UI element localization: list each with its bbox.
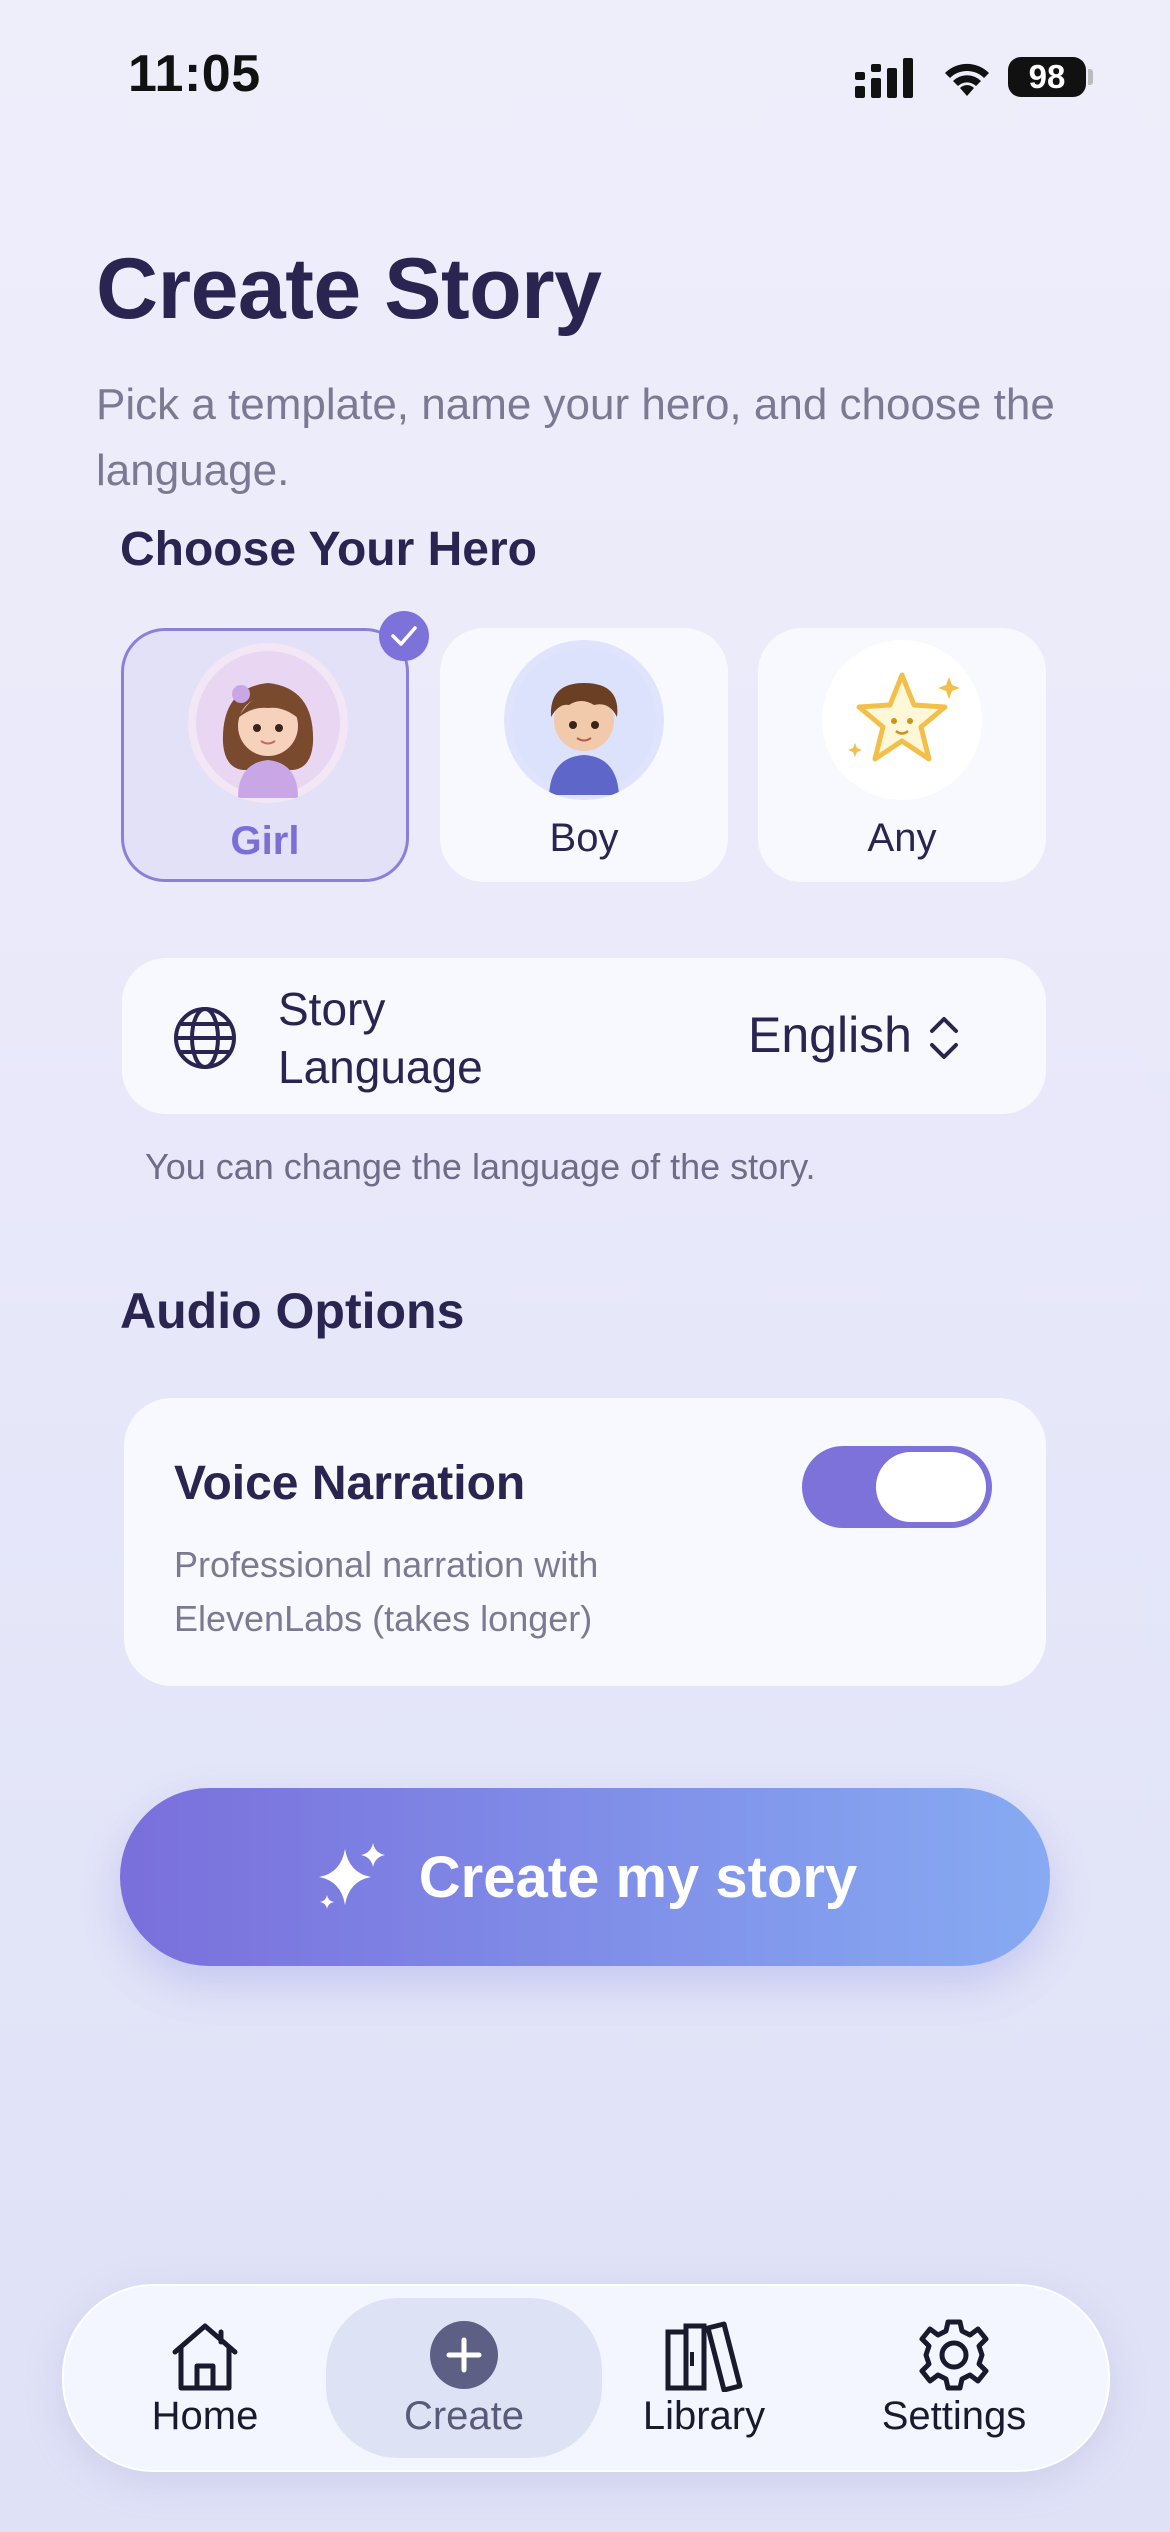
selected-check-icon [379,611,429,661]
create-story-label: Create my story [418,1844,858,1910]
status-time: 11:05 [128,45,261,103]
hero-option-boy[interactable]: Boy [440,628,728,882]
wifi-icon [945,63,989,96]
home-icon [172,2323,238,2390]
voice-narration-title: Voice Narration [174,1457,526,1510]
voice-narration-toggle[interactable] [802,1446,992,1528]
tab-label: Create [403,2393,525,2438]
battery-level: 98 [1028,58,1066,95]
gear-icon [919,2319,989,2390]
hero-option-girl[interactable]: Girl [121,628,409,882]
tab-create[interactable]: Create [326,2298,602,2458]
battery-nub [1088,69,1093,85]
hero-option-label: Girl [230,819,300,863]
language-label: Story Language [278,983,483,1093]
boy-avatar-icon [504,640,664,800]
girl-avatar-icon [188,643,348,803]
tab-bar: Home Create Library Settings [62,2284,1110,2472]
hero-option-label: Boy [549,816,619,860]
hero-option-label: Any [867,816,937,860]
hero-option-any[interactable]: Any [758,628,1046,882]
tab-home[interactable]: Home [134,2286,276,2470]
tab-label: Home [151,2393,259,2438]
tab-label: Library [642,2393,766,2438]
hero-section-heading: Choose Your Hero [120,523,537,570]
voice-narration-description: Professional narration with ElevenLabs (… [174,1544,599,1639]
tab-settings[interactable]: Settings [874,2286,1034,2470]
audio-options-heading: Audio Options [120,1283,465,1339]
cellular-signal-icon [855,58,913,98]
tab-library[interactable]: Library [634,2286,774,2470]
language-value[interactable]: English [748,1006,912,1064]
books-icon [665,2321,743,2392]
create-story-button[interactable]: Create my story [120,1788,1050,1966]
tab-label: Settings [881,2393,1027,2438]
chevron-up-down-icon [930,1017,958,1059]
page-title: Create Story [96,241,602,337]
sparkles-icon [318,1843,385,1909]
plus-circle-icon [430,2320,498,2389]
star-icon [822,640,982,800]
toggle-knob [876,1452,986,1522]
globe-icon [174,1007,236,1069]
battery-indicator: 98 [1008,57,1086,97]
page-subtitle: Pick a template, name your hero, and cho… [96,380,1055,495]
language-hint: You can change the language of the story… [145,1146,816,1187]
